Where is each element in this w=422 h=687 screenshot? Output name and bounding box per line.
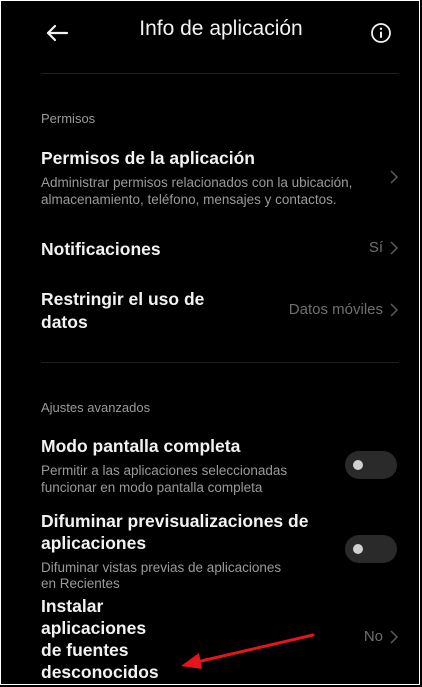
row-difuminar-previsualizaciones: Difuminar previsualizaciones de aplicaci… xyxy=(1,507,421,591)
chevron-right-icon xyxy=(390,303,399,317)
red-arrow-annotation xyxy=(181,633,315,669)
app-info-screen: Info de aplicación Permisos Permisos de … xyxy=(0,0,420,685)
row-subtitle: funcionar en modo pantalla completa xyxy=(41,480,263,495)
row-notificaciones[interactable]: Notificaciones Sí xyxy=(1,229,421,269)
arrow-left-icon xyxy=(46,24,69,42)
row-subtitle: Permitir a las aplicaciones seleccionada… xyxy=(41,463,288,478)
row-title: Difuminar previsualizaciones de xyxy=(41,511,309,531)
row-value: Datos móviles xyxy=(288,301,383,318)
row-title: aplicaciones xyxy=(41,618,147,638)
row-modo-pantalla-completa: Modo pantalla completa Permitir a las ap… xyxy=(1,429,421,499)
info-circle-icon xyxy=(371,23,391,43)
section-label-ajustes-avanzados: Ajustes avanzados xyxy=(41,400,151,415)
chevron-right-icon xyxy=(390,630,399,644)
row-value: Sí xyxy=(368,239,383,256)
info-button[interactable] xyxy=(369,21,393,45)
pantalla-completa-toggle[interactable] xyxy=(345,451,397,479)
divider xyxy=(41,73,399,74)
toggle-knob xyxy=(353,544,363,554)
toggle-knob xyxy=(353,460,363,470)
row-title: de fuentes xyxy=(41,640,129,660)
top-bar: Info de aplicación xyxy=(1,1,421,73)
row-title: aplicaciones xyxy=(41,533,147,553)
row-value: No xyxy=(363,628,383,645)
row-title: datos xyxy=(41,312,88,332)
row-permisos-aplicacion[interactable]: Permisos de la aplicación Administrar pe… xyxy=(1,141,421,211)
row-subtitle: almacenamiento, teléfono, mensajes y con… xyxy=(41,192,337,207)
row-title: Modo pantalla completa xyxy=(41,436,241,456)
section-label-permisos: Permisos xyxy=(41,111,96,126)
row-subtitle: en Recientes xyxy=(41,576,120,591)
row-restringir-datos[interactable]: Restringir el uso de datos Datos móviles xyxy=(1,285,421,337)
row-title: desconocidos xyxy=(41,662,159,682)
difuminar-toggle[interactable] xyxy=(345,535,397,563)
divider xyxy=(41,362,399,363)
row-title: Notificaciones xyxy=(41,239,161,259)
row-subtitle: Difuminar vistas previas de aplicaciones xyxy=(41,560,282,575)
row-title: Permisos de la aplicación xyxy=(41,148,255,168)
page-title: Info de aplicación xyxy=(139,17,303,40)
row-title: Restringir el uso de xyxy=(41,289,205,309)
row-subtitle: Administrar permisos relacionados con la… xyxy=(41,175,353,190)
chevron-right-icon xyxy=(390,241,399,255)
chevron-right-icon xyxy=(390,170,399,184)
back-button[interactable] xyxy=(41,17,73,49)
row-title: Instalar xyxy=(41,596,104,616)
